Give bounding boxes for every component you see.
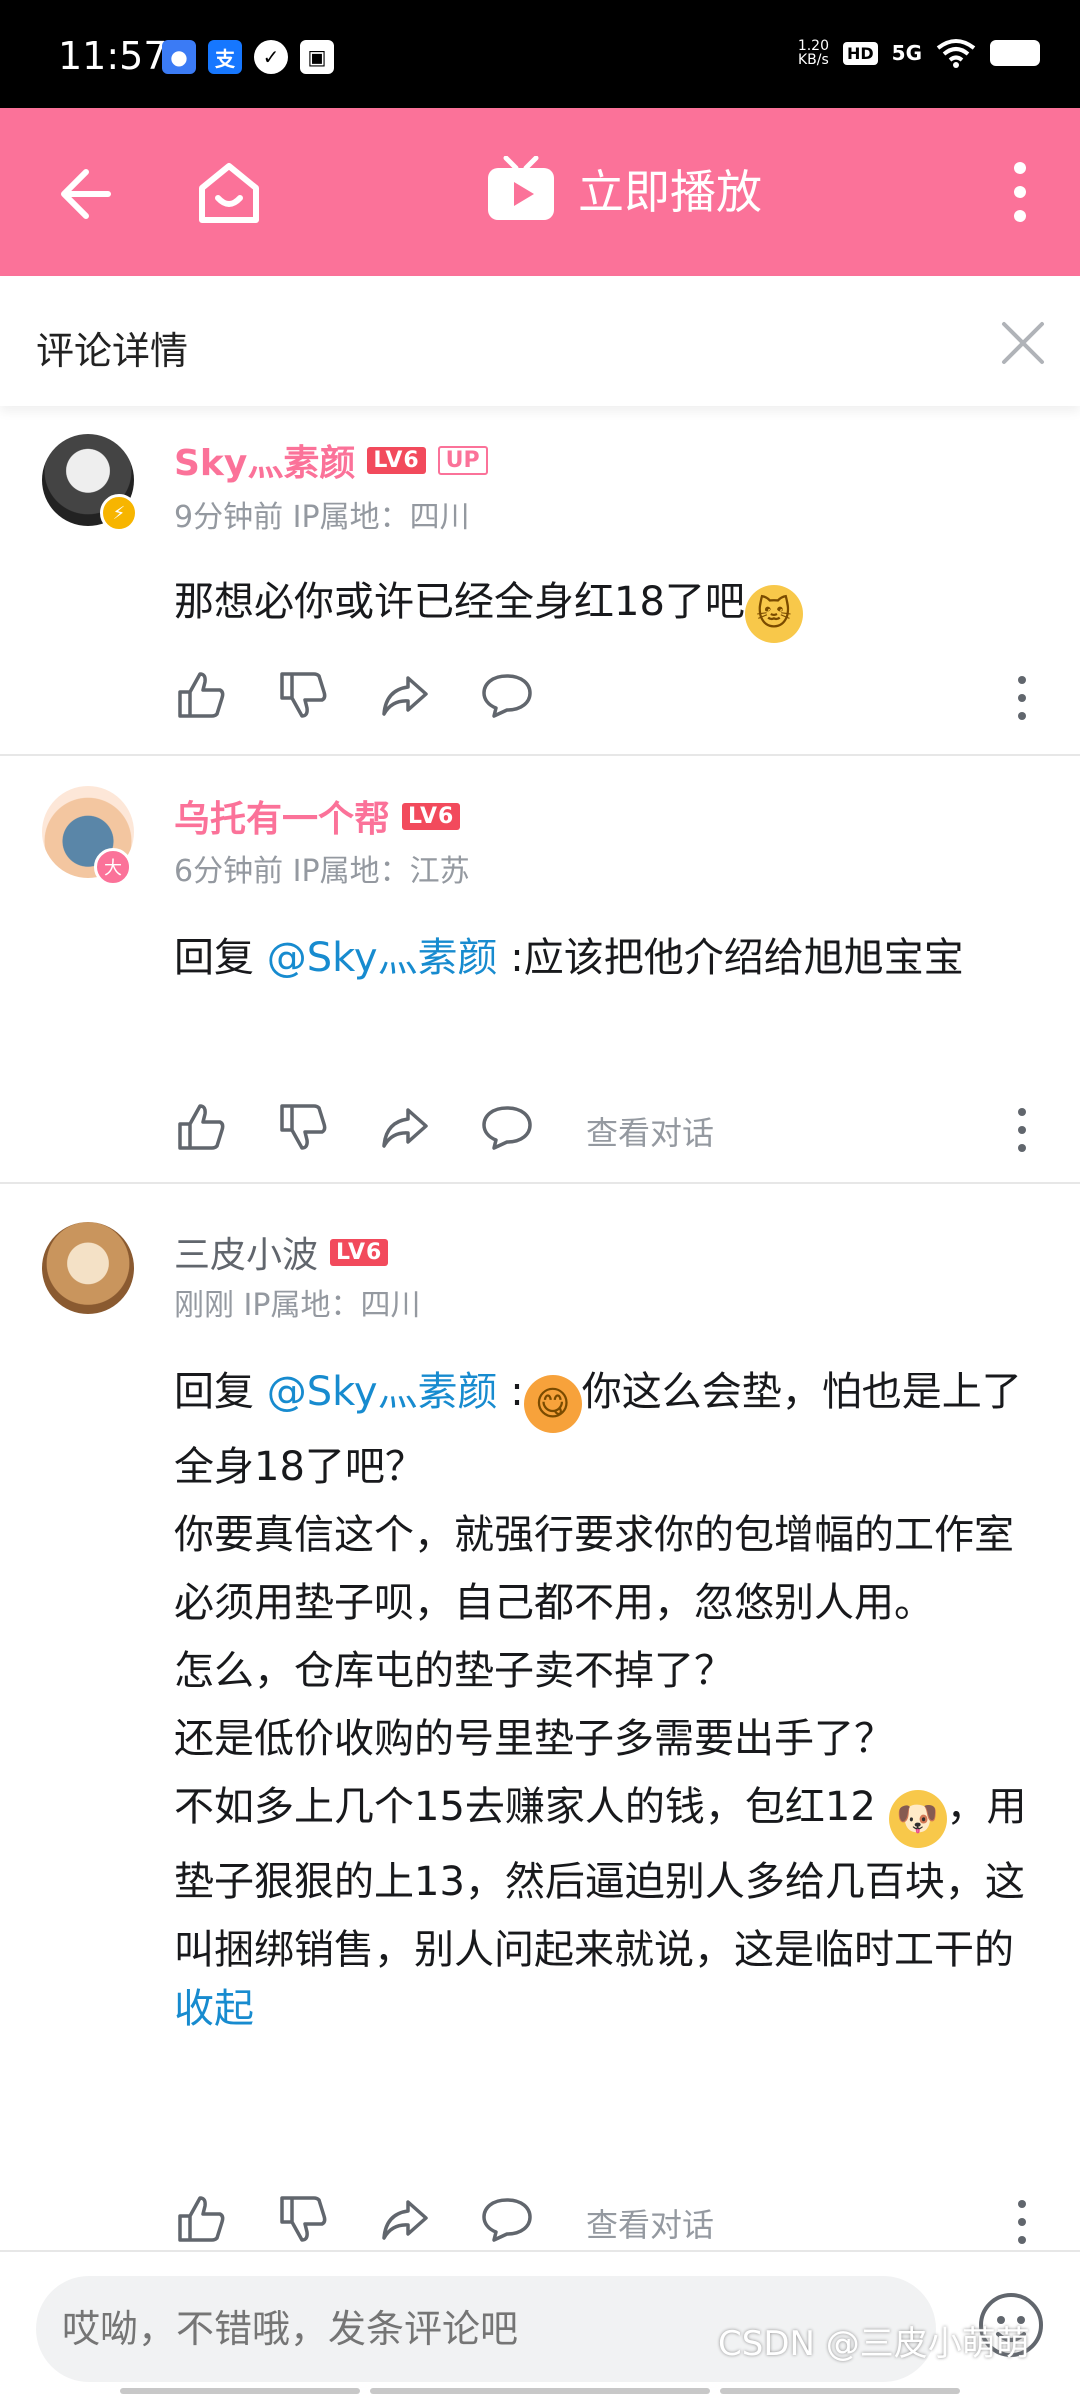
mention-link[interactable]: @Sky灬素颜 bbox=[267, 1369, 498, 1415]
reply-prefix: 回复 bbox=[174, 935, 254, 981]
comment-actions: 查看对话 bbox=[174, 2192, 1034, 2252]
gesture-bar bbox=[120, 2388, 360, 2394]
comment-ip: IP属地：四川 bbox=[292, 500, 470, 535]
view-conversation-link[interactable]: 查看对话 bbox=[586, 2200, 714, 2246]
comment-more-icon[interactable] bbox=[1014, 1106, 1030, 1154]
comment-meta: 9分钟前 IP属地：四川 bbox=[174, 492, 470, 536]
comment-meta: 刚刚 IP属地：四川 bbox=[174, 1280, 421, 1324]
dislike-icon[interactable] bbox=[276, 2192, 330, 2246]
net-speed-unit: KB/s bbox=[798, 52, 829, 68]
comment-username-row: Sky灬素颜 LV6 UP bbox=[174, 434, 488, 486]
level-badge: LV6 bbox=[367, 446, 426, 474]
comment-more-icon[interactable] bbox=[1014, 2198, 1030, 2246]
wifi-icon bbox=[936, 39, 976, 68]
avatar[interactable] bbox=[42, 1222, 134, 1314]
comment-line: 不如多上几个15去赚家人的钱，包红12 🐶 ，用垫子狠狠的上13，然后逼迫别人多给… bbox=[174, 1773, 1044, 1984]
net-speed: 1.20 KB/s bbox=[798, 39, 829, 67]
tv-play-icon bbox=[488, 156, 554, 220]
comment-meta: 6分钟前 IP属地：江苏 bbox=[174, 846, 470, 890]
back-arrow-icon[interactable] bbox=[52, 162, 116, 226]
battery-icon bbox=[990, 40, 1040, 66]
reply-colon: : bbox=[510, 1369, 524, 1415]
lightning-badge-icon: ⚡ bbox=[100, 494, 138, 532]
check-icon: ✓ bbox=[254, 40, 288, 74]
anniversary-badge-icon: 大 bbox=[94, 848, 132, 886]
share-icon[interactable] bbox=[378, 2192, 432, 2246]
reply-icon[interactable] bbox=[480, 668, 534, 722]
comment-line: 还是低价收购的号里垫子多需要出手了？ bbox=[174, 1716, 894, 1762]
comment-time: 9分钟前 bbox=[174, 500, 284, 535]
comment-item: 大 乌托有一个帮 LV6 6分钟前 IP属地：江苏 回复 @Sky灬素颜 :应该… bbox=[0, 756, 1080, 1184]
like-icon[interactable] bbox=[174, 668, 228, 722]
like-icon[interactable] bbox=[174, 2192, 228, 2246]
comment-username-row: 乌托有一个帮 LV6 bbox=[174, 790, 461, 842]
comment-detail-header: 评论详情 bbox=[0, 276, 1080, 406]
comment-ip: IP属地：江苏 bbox=[292, 854, 470, 889]
alipay-icon: 支 bbox=[208, 40, 242, 74]
comment-actions: 查看对话 bbox=[174, 1100, 1034, 1160]
comment-text: 回复 @Sky灬素颜 : 😋 你这么会垫，怕也是上了全身18了吧？ 你要真信这个，就… bbox=[174, 1358, 1044, 2034]
status-bar: 11:57 ● 支 ✓ ▣ 1.20 KB/s HD 5G bbox=[0, 0, 1080, 108]
comment-username[interactable]: Sky灬素颜 bbox=[174, 434, 355, 486]
system-indicators: 1.20 KB/s HD 5G bbox=[798, 38, 1040, 68]
page-title: 评论详情 bbox=[36, 329, 189, 373]
home-icon[interactable] bbox=[194, 158, 264, 228]
status-time: 11:57 bbox=[58, 34, 168, 78]
signal-icon: 5G bbox=[891, 41, 922, 65]
comment-username-row: 三皮小波 LV6 bbox=[174, 1226, 389, 1278]
comment-line: 回复 @Sky灬素颜 : 😋 你这么会垫，怕也是上了全身18了吧？ bbox=[174, 1358, 1044, 1501]
hd-icon: HD bbox=[842, 41, 878, 65]
more-vertical-icon[interactable] bbox=[1008, 160, 1032, 224]
comment-line: 你要真信这个，就强行要求你的包增幅的工作室必须用垫子呗，自己都不用，忽悠别人用。 bbox=[174, 1512, 1014, 1626]
like-icon[interactable] bbox=[174, 1100, 228, 1154]
comment-body: :应该把他介绍给旭旭宝宝 bbox=[510, 935, 964, 981]
comment-time: 6分钟前 bbox=[174, 854, 284, 889]
comment-text: 那想必你或许已经全身红18了吧 🐱 bbox=[174, 568, 1044, 643]
close-icon[interactable] bbox=[1000, 320, 1046, 366]
comment-more-icon[interactable] bbox=[1014, 674, 1030, 722]
video-top-bar: 立即播放 bbox=[0, 108, 1080, 276]
comment-username[interactable]: 三皮小波 bbox=[174, 1226, 318, 1278]
up-badge: UP bbox=[437, 445, 488, 475]
mention-link[interactable]: @Sky灬素颜 bbox=[267, 935, 498, 981]
comment-actions bbox=[174, 668, 1034, 728]
share-icon[interactable] bbox=[378, 1100, 432, 1154]
comment-username[interactable]: 乌托有一个帮 bbox=[174, 790, 390, 842]
level-badge: LV6 bbox=[330, 1238, 389, 1266]
tongue-out-emoji-icon: 😋 bbox=[523, 1375, 582, 1433]
play-now-button[interactable]: 立即播放 bbox=[486, 156, 762, 222]
comment-item: 三皮小波 LV6 刚刚 IP属地：四川 回复 @Sky灬素颜 : 😋 你这么会垫，怕… bbox=[0, 1184, 1080, 2250]
collapse-link[interactable]: 收起 bbox=[174, 1984, 1044, 2034]
reply-icon[interactable] bbox=[480, 2192, 534, 2246]
play-now-label: 立即播放 bbox=[578, 165, 762, 219]
comment-body-5a: 不如多上几个15去赚家人的钱，包红12 bbox=[174, 1784, 876, 1830]
comment-item: ⚡ Sky灬素颜 LV6 UP 9分钟前 IP属地：四川 那想必你或许已经全身红… bbox=[0, 406, 1080, 756]
gesture-bar bbox=[720, 2388, 960, 2394]
net-speed-value: 1.20 bbox=[797, 38, 829, 54]
comment-line: 怎么，仓库屯的垫子卖不掉了？ bbox=[174, 1648, 734, 1694]
message-icon: ▣ bbox=[300, 40, 334, 74]
dislike-icon[interactable] bbox=[276, 668, 330, 722]
comment-ip: IP属地：四川 bbox=[243, 1288, 421, 1323]
share-icon[interactable] bbox=[378, 668, 432, 722]
dog-face-emoji-icon: 🐶 bbox=[888, 1790, 947, 1848]
smiling-dog-emoji-icon: 🐱 bbox=[744, 585, 803, 643]
level-badge: LV6 bbox=[402, 802, 461, 830]
app-notification-icon: ● bbox=[162, 40, 196, 74]
gesture-bar bbox=[370, 2388, 710, 2394]
watermark: CSDN @三皮小萌萌 bbox=[718, 2324, 1030, 2364]
reply-prefix: 回复 bbox=[174, 1369, 254, 1415]
comment-body: 那想必你或许已经全身红18了吧 bbox=[174, 579, 745, 625]
dislike-icon[interactable] bbox=[276, 1100, 330, 1154]
comment-time: 刚刚 bbox=[174, 1288, 234, 1323]
view-conversation-link[interactable]: 查看对话 bbox=[586, 1108, 714, 1154]
comment-text: 回复 @Sky灬素颜 :应该把他介绍给旭旭宝宝 bbox=[174, 924, 1044, 992]
reply-icon[interactable] bbox=[480, 1100, 534, 1154]
notification-icons: ● 支 ✓ ▣ bbox=[162, 40, 334, 74]
